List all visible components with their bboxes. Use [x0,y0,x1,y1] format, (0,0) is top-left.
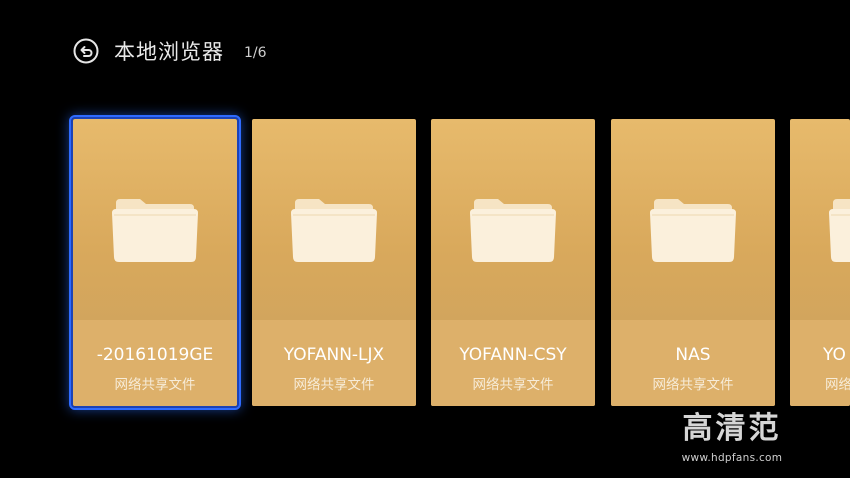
watermark-logo: 高清范 [682,411,782,446]
folder-subtitle: 网络共享文件 [293,377,375,393]
folder-icon [650,199,736,262]
folder-subtitle: 网络共享文件 [114,377,196,393]
folder-name: YOFANN-CSY [459,345,567,365]
folder-icon [291,199,377,262]
folder-name: YO [823,345,846,365]
folder-name: -20161019GE [96,345,214,365]
folder-icon [829,199,850,262]
folder-subtitle: 网络共享文件 [472,377,554,393]
folder-card-partial[interactable]: YO 网络 [790,119,850,406]
folder-subtitle: 网络共享文件 [652,377,734,393]
watermark: 高清范 www.hdpfans.com [672,411,792,465]
folder-list: -20161019GE 网络共享文件 YOFANN-LJX 网络共享文件 YOF… [0,0,850,478]
folder-card-yofann-csy[interactable]: YOFANN-CSY 网络共享文件 [431,119,595,406]
folder-card-yofann-ljx[interactable]: YOFANN-LJX 网络共享文件 [252,119,416,406]
folder-name: NAS [675,345,711,365]
folder-subtitle: 网络 [825,377,850,393]
file-browser-screen: 本地浏览器 1/6 -20161019GE 网络共享文件 YOFANN-LJX … [0,0,850,478]
watermark-url: www.hdpfans.com [681,452,783,464]
folder-name: YOFANN-LJX [283,345,385,365]
folder-icon [112,199,198,262]
folder-card-nas[interactable]: NAS 网络共享文件 [611,119,775,406]
folder-card-20161019ge[interactable]: -20161019GE 网络共享文件 [69,115,241,410]
folder-icon [470,199,556,262]
